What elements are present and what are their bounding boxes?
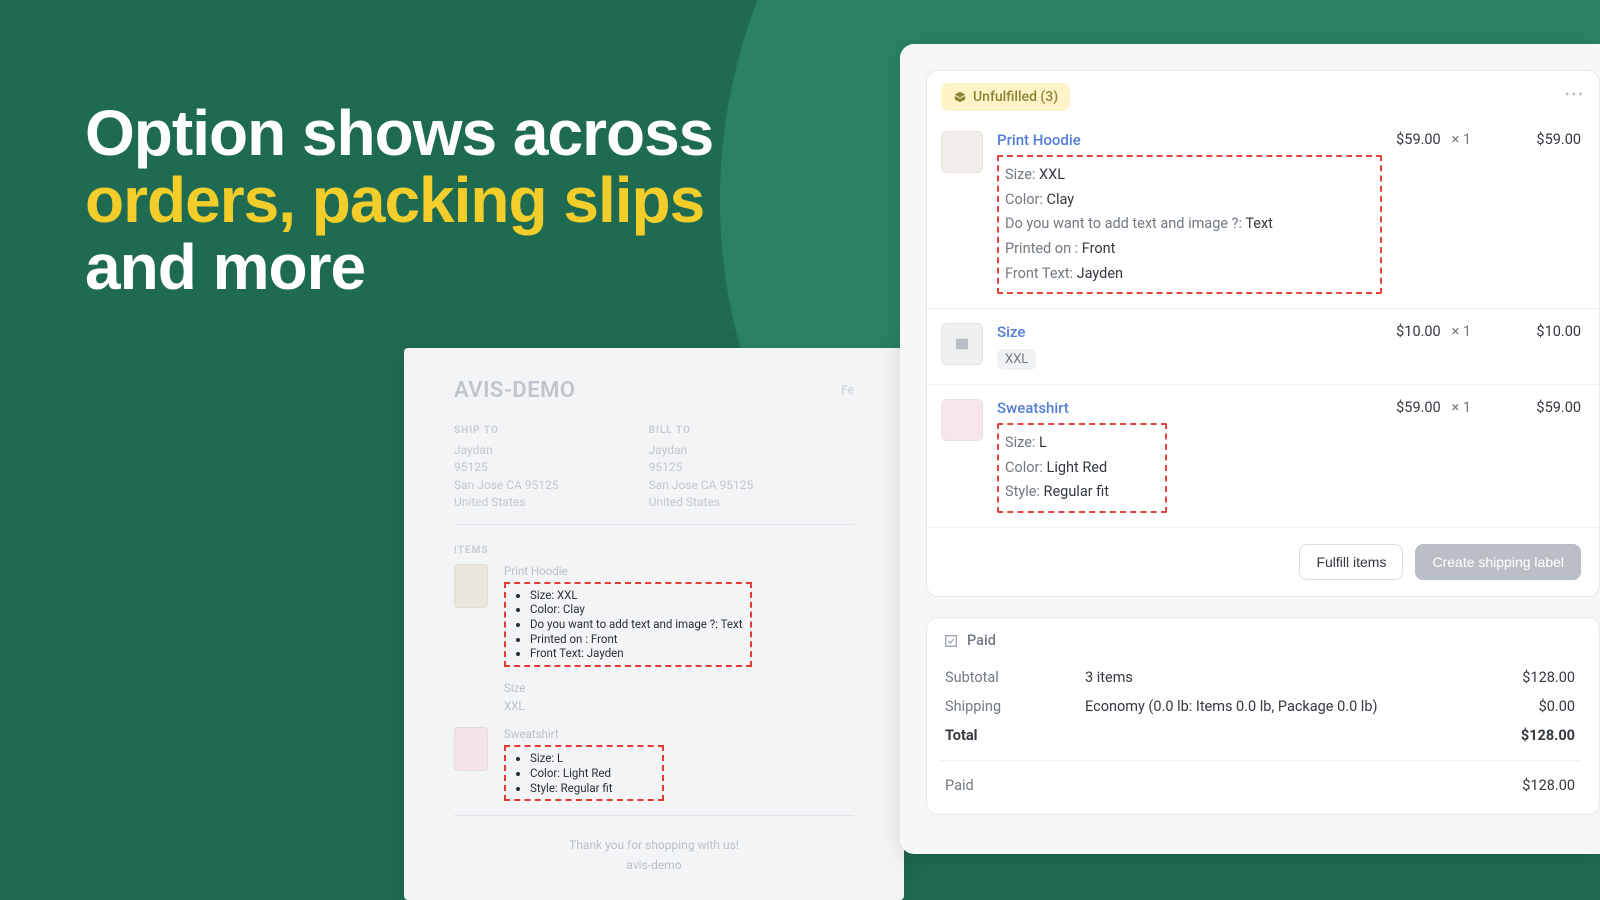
box-icon [953, 90, 967, 104]
slip-date: Fe [841, 383, 854, 397]
slip-item-name: Print Hoodie [504, 564, 854, 578]
ship-to-block: SHIP TO Jaydan 95125 San Jose CA 95125 U… [454, 425, 559, 512]
product-link[interactable]: Size [997, 323, 1382, 341]
unfulfilled-card: Unfulfilled (3) ••• Print Hoodie Size: X… [926, 70, 1600, 597]
slip-title: AVIS-DEMO [454, 378, 854, 403]
slip-item-name: Sweatshirt [504, 727, 854, 741]
option-highlight-box: Size: L Color: Light Red Style: Regular … [997, 423, 1167, 513]
line-item: Print Hoodie Size: XXL Color: Clay Do yo… [927, 117, 1599, 308]
shop-name: avis-demo [454, 858, 854, 872]
slip-thumb [454, 727, 488, 771]
line-total: $59.00 [1511, 131, 1581, 294]
paid-card: Paid Subtotal3 items$128.00 ShippingEcon… [926, 617, 1600, 815]
product-thumb [941, 131, 983, 173]
slip-item: Sweatshirt Size: L Color: Light Red Styl… [454, 727, 854, 801]
line-price: $59.00 × 1 [1396, 131, 1471, 294]
total-amt: $128.00 [1465, 727, 1575, 744]
shipping-amt: $0.00 [1465, 698, 1575, 715]
check-icon [943, 633, 959, 649]
bill-to-block: BILL TO Jaydan 95125 San Jose CA 95125 U… [649, 425, 754, 512]
line-total: $10.00 [1511, 323, 1581, 370]
status-badge-label: Unfulfilled (3) [973, 89, 1058, 105]
slip-item: Size XXL [454, 681, 854, 713]
product-link[interactable]: Sweatshirt [997, 399, 1382, 417]
hero-line-1: Option shows across [85, 97, 713, 169]
line-item: Sweatshirt Size: L Color: Light Red Styl… [927, 384, 1599, 527]
variant-pill: XXL [997, 349, 1036, 370]
shipping-label: Shipping [945, 698, 1085, 715]
subtotal-label: Subtotal [945, 669, 1085, 686]
fulfill-items-button[interactable]: Fulfill items [1299, 544, 1403, 580]
create-shipping-label-button[interactable]: Create shipping label [1415, 544, 1581, 580]
slip-item-name: Size [504, 681, 854, 695]
bill-to-heading: BILL TO [649, 425, 754, 436]
hero-line-3: and more [85, 231, 365, 303]
line-price: $10.00 × 1 [1396, 323, 1471, 370]
image-icon [953, 335, 971, 353]
subtotal-mid: 3 items [1085, 669, 1465, 686]
line-item: Size XXL $10.00 × 1 $10.00 [927, 308, 1599, 384]
product-thumb [941, 399, 983, 441]
total-label: Total [945, 727, 1085, 744]
option-highlight-box: Size: XXL Color: Clay Do you want to add… [997, 155, 1382, 294]
product-link[interactable]: Print Hoodie [997, 131, 1382, 149]
line-price: $59.00 × 1 [1396, 399, 1471, 513]
items-heading: ITEMS [454, 545, 854, 556]
order-panel: Unfulfilled (3) ••• Print Hoodie Size: X… [900, 44, 1600, 854]
paid-amt: $128.00 [1465, 777, 1575, 794]
slip-item: Print Hoodie Size: XXL Color: Clay Do yo… [454, 564, 854, 668]
actions-row: Fulfill items Create shipping label [927, 527, 1599, 596]
hero-line-2: orders, packing slips [85, 164, 704, 236]
paid-row-label: Paid [945, 777, 1085, 794]
thank-you: Thank you for shopping with us! [454, 838, 854, 852]
status-badge: Unfulfilled (3) [941, 83, 1070, 111]
shipping-mid: Economy (0.0 lb: Items 0.0 lb, Package 0… [1085, 698, 1465, 715]
ship-to-heading: SHIP TO [454, 425, 559, 436]
paid-label: Paid [967, 632, 996, 649]
more-icon[interactable]: ••• [1565, 87, 1585, 103]
packing-slip: AVIS-DEMO Fe SHIP TO Jaydan 95125 San Jo… [404, 348, 904, 900]
subtotal-amt: $128.00 [1465, 669, 1575, 686]
slip-thumb [454, 564, 488, 608]
hero-heading: Option shows across orders, packing slip… [85, 100, 805, 302]
option-highlight-box: Size: L Color: Light Red Style: Regular … [504, 745, 664, 801]
option-highlight-box: Size: XXL Color: Clay Do you want to add… [504, 582, 752, 668]
slip-item-sub: XXL [504, 699, 854, 713]
product-thumb [941, 323, 983, 365]
line-total: $59.00 [1511, 399, 1581, 513]
